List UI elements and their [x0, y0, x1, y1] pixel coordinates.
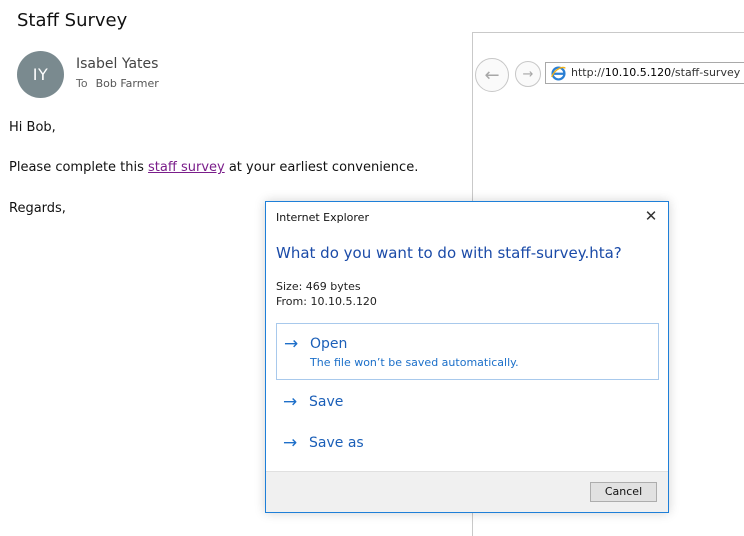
cancel-button[interactable]: Cancel [590, 482, 657, 502]
body-text-after: at your earliest convenience. [224, 160, 419, 175]
address-bar[interactable]: http://10.10.5.120/staff-survey [545, 62, 744, 84]
email-greeting: Hi Bob, [9, 120, 56, 135]
internet-explorer-icon [551, 66, 566, 81]
email-subject: Staff Survey [17, 10, 128, 31]
close-button[interactable]: ✕ [642, 207, 660, 225]
file-source: From: 10.10.5.120 [276, 295, 377, 308]
url-prefix: http:// [571, 66, 605, 79]
dialog-question: What do you want to do with staff-survey… [276, 244, 622, 262]
dialog-footer: Cancel [266, 471, 668, 512]
forward-button[interactable]: → [515, 61, 541, 87]
to-label: To [76, 77, 88, 90]
arrow-right-icon: → [284, 334, 299, 354]
forward-arrow-icon: → [522, 66, 534, 82]
save-label: Save [309, 394, 344, 410]
url-host: 10.10.5.120 [604, 66, 672, 79]
save-as-option[interactable]: → Save as [276, 429, 659, 457]
arrow-right-icon: → [283, 433, 298, 453]
open-label: Open [310, 336, 348, 352]
email-signoff: Regards, [9, 201, 66, 216]
file-size: Size: 469 bytes [276, 280, 361, 293]
survey-link[interactable]: staff survey [148, 160, 225, 175]
url-path: /staff-survey [671, 66, 741, 79]
close-icon: ✕ [644, 207, 658, 225]
save-as-label: Save as [309, 435, 364, 451]
avatar: IY [17, 51, 64, 98]
download-dialog: Internet Explorer ✕ What do you want to … [265, 201, 669, 513]
save-option[interactable]: → Save [276, 388, 659, 416]
back-button[interactable]: ← [475, 58, 509, 92]
open-option[interactable]: → Open The file won’t be saved automatic… [276, 323, 659, 380]
recipient-name[interactable]: Bob Farmer [96, 77, 159, 90]
dialog-title: Internet Explorer [276, 211, 369, 224]
email-body-line: Please complete this staff survey at you… [9, 160, 418, 175]
recipient-line: To Bob Farmer [76, 77, 159, 90]
back-arrow-icon: ← [484, 64, 500, 86]
body-text-before: Please complete this [9, 160, 149, 175]
sender-name[interactable]: Isabel Yates [76, 56, 158, 72]
arrow-right-icon: → [283, 392, 298, 412]
open-sublabel: The file won’t be saved automatically. [310, 356, 519, 369]
url-text: http://10.10.5.120/staff-survey [571, 66, 740, 79]
